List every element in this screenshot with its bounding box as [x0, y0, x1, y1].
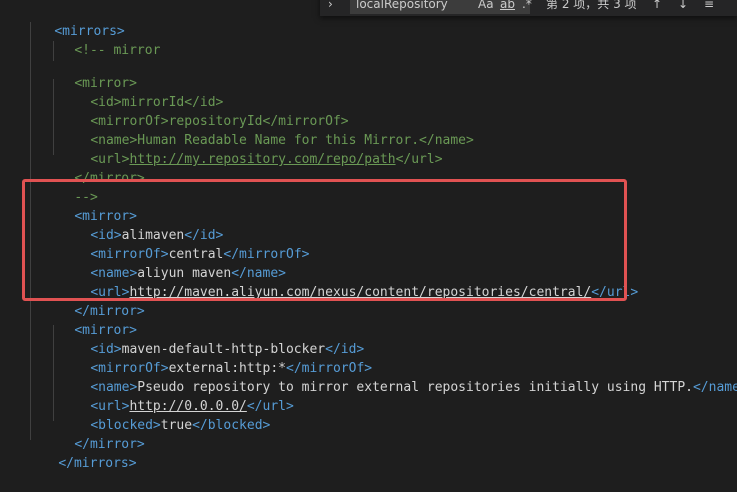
url-link[interactable]: http://my.repository.com/repo/path [129, 152, 395, 167]
code-line: <id>maven-default-http-blocker</id> [59, 321, 364, 357]
highlight-annotation-box [22, 179, 627, 301]
find-in-selection-icon[interactable]: ≡ [704, 0, 714, 14]
code-line: <!-- mirror [43, 22, 160, 58]
blocked-value: true [160, 418, 193, 433]
code-line: <id>mirrorId</id> [59, 74, 223, 110]
arrow-up-icon[interactable]: ↑ [652, 0, 662, 14]
find-widget: › localRepository Aa ab .* 第 2 项，共 3 项 ↑… [320, 0, 737, 16]
code-line: <mirrorOf>external:http:*</mirrorOf> [59, 340, 372, 376]
code-line: <url>http://my.repository.com/repo/path<… [59, 131, 442, 167]
code-line: <mirror> [43, 55, 137, 91]
name-close-tag: </name> [692, 380, 737, 395]
code-line: <mirror> [43, 302, 137, 338]
code-line: </mirror> [43, 416, 144, 452]
chevron-right-icon[interactable]: › [328, 0, 333, 14]
code-line: <mirrors> [23, 3, 124, 39]
match-whole-word-button[interactable]: ab [500, 0, 515, 14]
match-count: 第 2 项，共 3 项 [546, 0, 637, 11]
match-case-button[interactable]: Aa [478, 0, 494, 14]
url-close-tag: </url> [395, 152, 443, 167]
code-line: </mirrors> [27, 435, 136, 471]
code-line: <name>Human Readable Name for this Mirro… [59, 112, 474, 148]
code-editor[interactable]: <mirrors> <!-- mirror <mirror> <id>mirro… [0, 0, 737, 471]
code-line: <mirrorOf>repositoryId</mirrorOf> [59, 93, 348, 129]
code-line: </mirror> [43, 150, 144, 186]
blocked-close-tag: </blocked> [192, 418, 271, 433]
code-line: <name>Pseudo repository to mirror extern… [59, 359, 737, 395]
code-line: <url>http://0.0.0.0/</url> [59, 378, 294, 414]
regex-button[interactable]: .* [522, 0, 532, 14]
mirrors-close-tag: </mirrors> [58, 456, 137, 471]
arrow-down-icon[interactable]: ↓ [678, 0, 688, 14]
code-line: <blocked>true</blocked> [59, 397, 270, 433]
